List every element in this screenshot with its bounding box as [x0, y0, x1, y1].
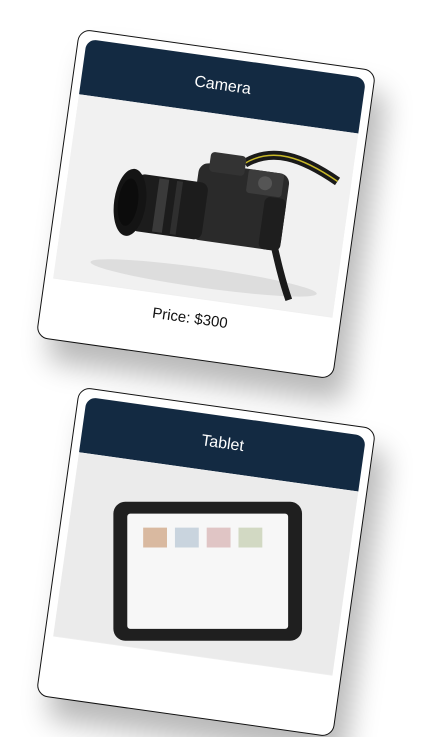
- card-title: Tablet: [200, 432, 245, 456]
- product-card-tablet[interactable]: Tablet: [35, 386, 377, 737]
- camera-photo-icon: [53, 94, 359, 318]
- tablet-photo-icon: [53, 452, 359, 676]
- product-card-camera[interactable]: Camera Price: $300: [35, 28, 377, 380]
- card-title: Camera: [193, 73, 252, 99]
- camera-image: [53, 94, 359, 318]
- tablet-image: [53, 452, 359, 676]
